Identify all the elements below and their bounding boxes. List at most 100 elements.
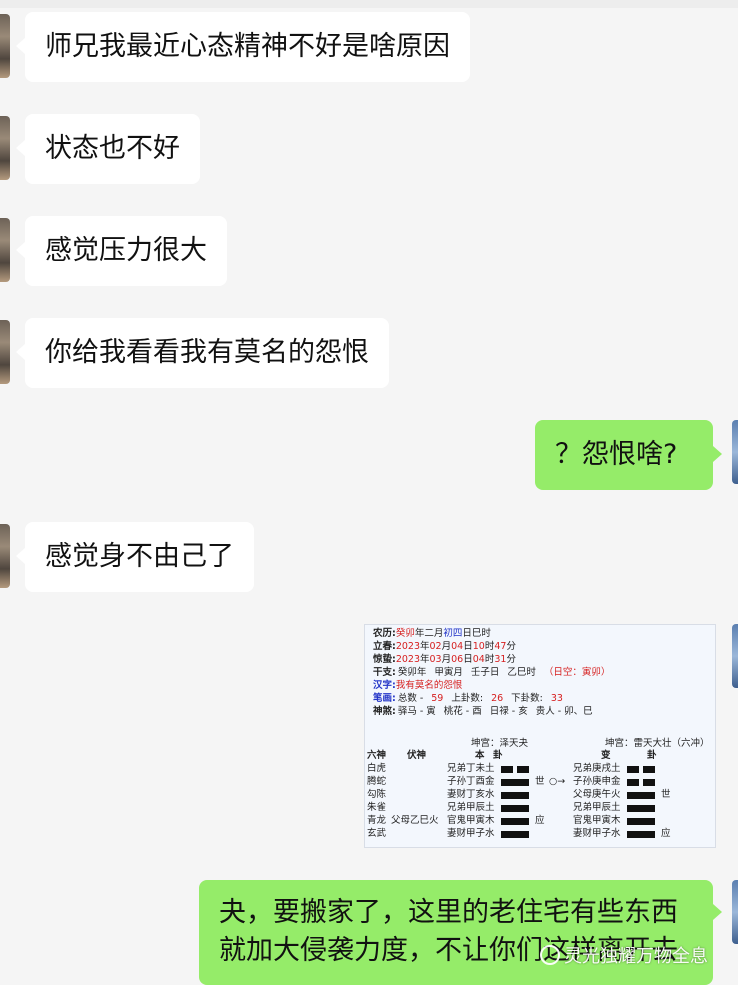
info-value: 47: [494, 641, 507, 652]
changed-line-label: 父母庚午火: [573, 789, 621, 800]
my-avatar[interactable]: [732, 420, 738, 484]
yang-line-icon: [627, 790, 655, 801]
info-value: 癸卯年: [397, 667, 427, 678]
info-label: 农历:: [373, 628, 396, 639]
info-value: 10: [472, 641, 485, 652]
change-arrow: ○→: [549, 776, 566, 787]
original-line: [501, 828, 529, 841]
info-value: 年: [420, 654, 430, 665]
info-value: （日空：寅卯）: [543, 667, 611, 678]
column-header: 伏神: [407, 750, 427, 761]
info-row: 农历:癸卯年二月初四日巳时: [373, 627, 715, 640]
changed-line: [627, 815, 655, 828]
divination-chart-image[interactable]: 农历:癸卯年二月初四日巳时 立春:2023年02月04日10时47分 惊蛰: 2023…: [364, 624, 716, 848]
info-value: 壬子日: [470, 667, 500, 678]
info-value: 月: [441, 654, 452, 665]
info-row: 立春:2023年02月04日10时47分: [373, 640, 715, 653]
original-line-label: 妻财丁亥水: [447, 789, 495, 800]
info-row: 汉字:我有莫名的怨恨: [373, 679, 715, 692]
info-value: 甲寅月: [434, 667, 463, 678]
info-value: 2023: [395, 641, 420, 652]
info-value: 日: [463, 641, 473, 652]
info-value: 33: [550, 693, 563, 704]
contact-avatar[interactable]: [0, 320, 10, 384]
wechat-logo-icon: [540, 945, 560, 965]
incoming-message[interactable]: 师兄我最近心态精神不好是啥原因: [25, 12, 470, 82]
original-line-label: 子孙丁酉金: [447, 776, 495, 787]
incoming-message[interactable]: 你给我看看我有莫名的怨恨: [25, 318, 389, 388]
info-value: 59: [431, 693, 444, 704]
bubble-tail: [713, 904, 722, 920]
original-line-label: 兄弟丁未土: [447, 763, 495, 774]
info-value: 分: [506, 654, 516, 665]
incoming-message[interactable]: 感觉身不由己了: [25, 522, 254, 592]
palace-right: 坤宫：雷天大壮（六冲）: [605, 738, 710, 749]
info-value: 桃花 - 酉: [443, 706, 482, 717]
my-avatar[interactable]: [732, 624, 738, 688]
incoming-message[interactable]: 状态也不好: [25, 114, 200, 184]
info-label: 干支:: [373, 667, 396, 678]
column-header: 卦: [647, 750, 657, 761]
outgoing-message[interactable]: 夬，要搬家了，这里的老住宅有些东西 就加大侵袭力度，不让你们这样离开去: [199, 880, 713, 985]
contact-avatar[interactable]: [0, 218, 10, 282]
top-divider: [0, 0, 738, 8]
info-value: 日巳时: [462, 628, 491, 639]
info-value: 癸卯: [395, 628, 415, 639]
info-value: 02: [429, 641, 442, 652]
info-value: 06: [451, 654, 464, 665]
position-mark: 应: [535, 815, 545, 826]
contact-avatar[interactable]: [0, 524, 10, 588]
yang-line-icon: [501, 829, 529, 840]
original-line-label: 官鬼甲寅木: [447, 815, 495, 826]
contact-avatar[interactable]: [0, 14, 10, 78]
yang-line-icon: [501, 790, 529, 801]
bubble-tail: [16, 344, 25, 360]
info-value: 驿马 - 寅: [397, 706, 436, 717]
position-mark: 应: [661, 828, 671, 839]
changed-line: [627, 763, 659, 776]
info-value: 日: [463, 654, 473, 665]
six-spirit: 朱雀: [367, 802, 387, 813]
position-mark: 世: [661, 789, 671, 800]
info-value: 分: [506, 641, 516, 652]
info-value: 26: [491, 693, 504, 704]
info-label: 笔画:: [373, 693, 396, 704]
yang-line-icon: [501, 777, 529, 788]
changed-line-label: 兄弟甲辰土: [573, 802, 621, 813]
column-header: 六神: [367, 750, 387, 761]
bubble-tail: [16, 140, 25, 156]
changed-line-label: 妻财甲子水: [573, 828, 621, 839]
incoming-message[interactable]: 感觉压力很大: [25, 216, 227, 286]
info-value: 04: [472, 654, 485, 665]
info-value: 31: [494, 654, 507, 665]
my-avatar[interactable]: [732, 880, 738, 944]
info-value: 年二月: [414, 628, 444, 639]
hidden-spirit: 父母乙巳火: [391, 815, 439, 826]
changed-line-label: 兄弟庚戌土: [573, 763, 621, 774]
chart-info-rows: 农历:癸卯年二月初四日巳时 立春:2023年02月04日10时47分 惊蛰: 2023…: [373, 627, 715, 718]
info-value: 下卦数:: [511, 693, 543, 704]
info-value: 我有莫名的怨恨: [395, 680, 463, 691]
info-row: 干支: 癸卯年 甲寅月 壬子日 乙巳时 （日空：寅卯）: [373, 666, 715, 679]
info-value: 贵人 - 卯、巳: [535, 706, 593, 717]
info-row: 笔画: 总数 - 59 上卦数: 26 下卦数: 33: [373, 692, 715, 705]
info-value: 时: [484, 641, 495, 652]
info-value: 03: [429, 654, 442, 665]
yin-line-icon: [501, 764, 533, 775]
column-header: 本: [475, 750, 485, 761]
yin-line-icon: [627, 764, 659, 775]
contact-avatar[interactable]: [0, 116, 10, 180]
info-value: 时: [484, 654, 495, 665]
yang-line-icon: [501, 803, 529, 814]
info-label: 惊蛰:: [373, 654, 396, 665]
info-label: 汉字:: [373, 680, 396, 691]
info-value: 月: [441, 641, 452, 652]
info-value: 总数 -: [397, 693, 424, 704]
watermark: 灵光独耀万物全息: [540, 942, 708, 968]
changed-line: [627, 776, 659, 789]
info-label: 神煞:: [373, 706, 396, 717]
original-line-label: 兄弟甲辰土: [447, 802, 495, 813]
six-spirit: 腾蛇: [367, 776, 387, 787]
info-value: 上卦数:: [451, 693, 484, 704]
outgoing-message[interactable]: ？怨恨啥?: [535, 420, 713, 490]
